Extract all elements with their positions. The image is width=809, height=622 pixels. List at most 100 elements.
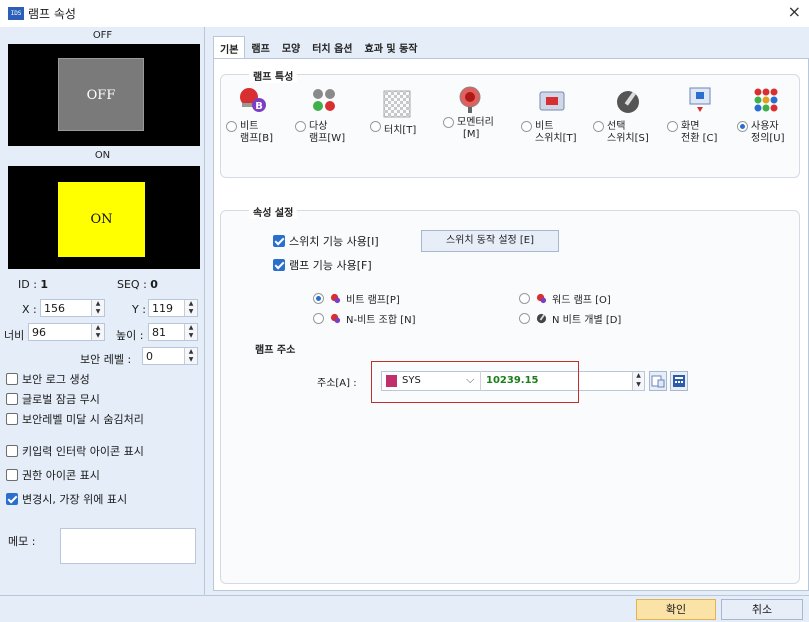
checkbox-use-switch[interactable]: 스위치 기능 사용[I] xyxy=(273,233,379,249)
bit-lamp-icon: B xyxy=(240,88,266,112)
switch-action-settings-button[interactable]: 스위치 동작 설정 [E] xyxy=(421,230,559,252)
radio-momentary[interactable] xyxy=(443,117,454,128)
security-level-stepper[interactable]: 0 ▲ ▼ xyxy=(142,347,198,365)
spin-up-icon[interactable]: ▲ xyxy=(185,324,197,332)
ok-button[interactable]: 확인 xyxy=(636,599,716,620)
y-spin-arrows[interactable]: ▲ ▼ xyxy=(184,300,197,316)
type-label-l1: 비트 xyxy=(240,121,259,132)
type-user-defined[interactable]: 사용자 정의[U] xyxy=(737,85,799,165)
spin-down-icon[interactable]: ▼ xyxy=(92,308,104,316)
type-bit-switch[interactable]: 비트 스위치[T] xyxy=(517,85,597,165)
radio-select-switch[interactable] xyxy=(593,121,604,132)
option-bit-lamp[interactable]: 비트 램프[P] xyxy=(313,291,400,306)
n-bit-combination-mini-icon xyxy=(330,313,341,324)
footer-bar: 확인 취소 xyxy=(0,595,809,622)
checkbox-hide-below-security[interactable]: 보안레벨 미달 시 숨김처리 xyxy=(6,411,144,427)
height-value: 81 xyxy=(152,326,166,339)
height-spin-arrows[interactable]: ▲ ▼ xyxy=(184,324,197,340)
tab-effects-actions[interactable]: 효과 및 동작 xyxy=(359,36,424,58)
type-label-l2: 램프[W] xyxy=(309,133,346,144)
checkbox-label: 키입력 인터락 아이콘 표시 xyxy=(22,445,144,458)
radio-multi-lamp[interactable] xyxy=(295,121,306,132)
type-touch[interactable]: 터치[T] xyxy=(370,85,436,165)
address-browse-button[interactable] xyxy=(649,371,667,391)
height-stepper[interactable]: 81 ▲ ▼ xyxy=(148,323,198,341)
radio-bit-lamp-option[interactable] xyxy=(313,293,324,304)
spin-down-icon[interactable]: ▼ xyxy=(185,356,197,364)
tab-strip: 기본 램프 모양 터치 옵션 효과 및 동작 xyxy=(213,36,423,58)
checkbox-use-lamp[interactable]: 램프 기능 사용[F] xyxy=(273,257,372,273)
option-word-lamp[interactable]: 워드 램프 [O] xyxy=(519,291,611,306)
checkbox-key-interlock-icon[interactable]: 키입력 인터락 아이콘 표시 xyxy=(6,443,144,459)
checkbox-box[interactable] xyxy=(6,445,18,457)
type-screen-change[interactable]: 화면 전환 [C] xyxy=(667,85,737,165)
spin-down-icon[interactable]: ▼ xyxy=(633,381,644,390)
type-multi-lamp[interactable]: 다상 램프[W] xyxy=(295,85,365,165)
checkbox-box[interactable] xyxy=(6,393,18,405)
checkbox-box[interactable] xyxy=(6,469,18,481)
spin-up-icon[interactable]: ▲ xyxy=(92,324,104,332)
n-bit-individual-mini-icon xyxy=(536,313,547,324)
tab-shape[interactable]: 모양 xyxy=(276,36,306,58)
spin-down-icon[interactable]: ▼ xyxy=(185,308,197,316)
radio-word-lamp-option[interactable] xyxy=(519,293,530,304)
checkbox-box[interactable] xyxy=(6,373,18,385)
address-keypad-button[interactable] xyxy=(670,371,688,391)
checkbox-box[interactable] xyxy=(273,259,285,271)
option-n-bit-combination[interactable]: N-비트 조합 [N] xyxy=(313,311,416,326)
checkbox-ignore-global-lock[interactable]: 글로벌 잠금 무시 xyxy=(6,391,100,407)
address-stepper[interactable]: ▲ ▼ xyxy=(632,371,645,391)
x-stepper[interactable]: 156 ▲ ▼ xyxy=(40,299,105,317)
user-defined-icon xyxy=(754,88,778,112)
type-momentary[interactable]: 모멘터리 [M] xyxy=(443,85,523,165)
address-spin-arrows[interactable]: ▲ ▼ xyxy=(632,372,644,390)
radio-n-bit-combination-option[interactable] xyxy=(313,313,324,324)
memo-input[interactable] xyxy=(60,528,196,564)
attribute-settings-title: 속성 설정 xyxy=(249,204,298,219)
spin-up-icon[interactable]: ▲ xyxy=(633,372,644,381)
width-value: 96 xyxy=(32,326,46,339)
option-n-bit-individual[interactable]: N 비트 개별 [D] xyxy=(519,311,621,326)
type-select-switch[interactable]: 선택 스위치[S] xyxy=(593,85,669,165)
tab-touch-options[interactable]: 터치 옵션 xyxy=(306,36,358,58)
app-icon: IDS xyxy=(8,7,24,20)
tab-lamp[interactable]: 램프 xyxy=(245,36,275,58)
close-icon[interactable]: × xyxy=(788,3,801,21)
type-label-l1: 비트 xyxy=(535,121,554,132)
select-switch-icon xyxy=(617,91,639,113)
y-stepper[interactable]: 119 ▲ ▼ xyxy=(148,299,198,317)
radio-n-bit-individual-option[interactable] xyxy=(519,313,530,324)
checkbox-label: 램프 기능 사용[F] xyxy=(289,259,372,272)
y-label: Y : xyxy=(132,303,146,316)
radio-touch[interactable] xyxy=(370,121,381,132)
radio-bit-lamp[interactable] xyxy=(226,121,237,132)
seq-value: 0 xyxy=(150,278,158,291)
radio-user-defined[interactable] xyxy=(737,121,748,132)
width-stepper[interactable]: 96 ▲ ▼ xyxy=(28,323,105,341)
x-spin-arrows[interactable]: ▲ ▼ xyxy=(91,300,104,316)
radio-screen-change[interactable] xyxy=(667,121,678,132)
screen-change-icon xyxy=(689,87,711,112)
spin-up-icon[interactable]: ▲ xyxy=(185,348,197,356)
checkbox-security-log[interactable]: 보안 로그 생성 xyxy=(6,371,90,387)
checkbox-permission-icon[interactable]: 권한 아이콘 표시 xyxy=(6,467,100,483)
bit-switch-icon xyxy=(539,91,565,111)
type-label-l1: 다상 xyxy=(309,121,328,132)
off-state-label: OFF xyxy=(92,30,113,41)
width-spin-arrows[interactable]: ▲ ▼ xyxy=(91,324,104,340)
off-preview: OFF xyxy=(8,44,200,146)
checkbox-box[interactable] xyxy=(6,413,18,425)
radio-bit-switch[interactable] xyxy=(521,121,532,132)
cancel-button[interactable]: 취소 xyxy=(721,599,803,620)
type-bit-lamp[interactable]: B 비트 램프[B] xyxy=(226,85,294,165)
option-label: N 비트 개별 [D] xyxy=(552,315,622,326)
spin-down-icon[interactable]: ▼ xyxy=(92,332,104,340)
checkbox-bring-to-top[interactable]: 변경시, 가장 위에 표시 xyxy=(6,491,127,507)
spin-up-icon[interactable]: ▲ xyxy=(92,300,104,308)
spin-down-icon[interactable]: ▼ xyxy=(185,332,197,340)
spin-up-icon[interactable]: ▲ xyxy=(185,300,197,308)
tab-basic[interactable]: 기본 xyxy=(213,36,246,58)
checkbox-box[interactable] xyxy=(6,493,18,505)
checkbox-box[interactable] xyxy=(273,235,285,247)
security-spin-arrows[interactable]: ▲ ▼ xyxy=(184,348,197,364)
